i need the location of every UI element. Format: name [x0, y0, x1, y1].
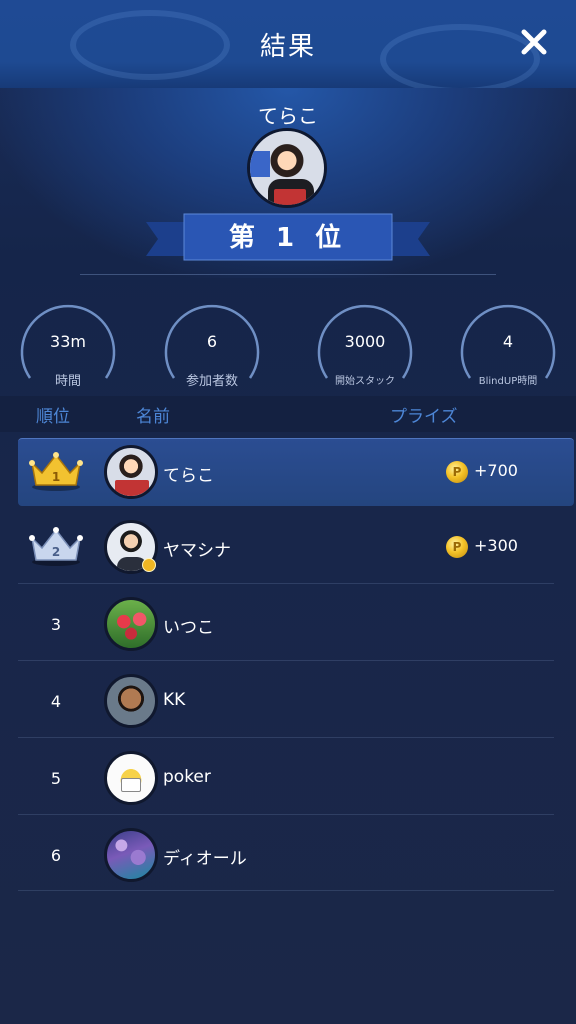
- header-bar: 結果: [0, 0, 576, 88]
- player-name: KK: [163, 690, 186, 710]
- avatar: [104, 445, 158, 499]
- winner-rank: 第 1 位: [228, 223, 348, 253]
- column-header-rank: 順位: [36, 407, 70, 427]
- divider: [18, 660, 554, 661]
- close-icon[interactable]: [518, 26, 550, 58]
- stat-value: 4: [502, 332, 514, 351]
- column-header-prize: プライズ: [390, 407, 458, 427]
- table-row[interactable]: 1 てらこ P +700: [18, 438, 574, 506]
- avatar: [104, 674, 158, 728]
- stat-starting-stack: 3000 開始スタック: [315, 296, 415, 392]
- table-row[interactable]: 6 ディオール: [18, 822, 574, 890]
- stat-participants: 6 参加者数: [162, 296, 262, 392]
- coin-icon: P: [446, 536, 468, 558]
- avatar: [104, 597, 158, 651]
- stat-value: 3000: [344, 332, 386, 351]
- stat-label: 開始スタック: [335, 376, 395, 387]
- silver-crown-icon: 2: [29, 527, 83, 566]
- verified-badge-icon: [142, 558, 156, 572]
- avatar: [104, 828, 158, 882]
- prize: P +300: [446, 534, 566, 560]
- stat-label: BlindUP時間: [478, 376, 538, 387]
- rank-number: 3: [50, 615, 62, 634]
- svg-text:1: 1: [52, 470, 60, 484]
- player-name: てらこ: [163, 466, 214, 486]
- table-row[interactable]: 5 poker: [18, 745, 574, 813]
- table-row[interactable]: 2 ヤマシナ P +300: [18, 514, 574, 582]
- table-row[interactable]: 4 KK: [18, 668, 574, 736]
- rank-number: 6: [50, 846, 62, 865]
- stat-time: 33m 時間: [18, 296, 118, 392]
- gold-crown-icon: 1: [29, 452, 83, 491]
- divider: [80, 274, 496, 275]
- results-table-header: 順位 名前 プライズ: [0, 396, 576, 432]
- stat-blind-up: 4 BlindUP時間: [458, 296, 558, 392]
- stat-label: 時間: [54, 374, 81, 389]
- svg-text:2: 2: [52, 545, 60, 559]
- player-name: いつこ: [163, 618, 214, 638]
- winner-avatar: [247, 128, 327, 208]
- prize-amount: +700: [474, 461, 518, 480]
- rank-number: 5: [50, 769, 62, 788]
- stat-label: 参加者数: [185, 374, 238, 389]
- coin-icon: P: [446, 461, 468, 483]
- close-button[interactable]: [518, 26, 550, 58]
- avatar: [104, 751, 158, 805]
- table-row[interactable]: 3 いつこ: [18, 591, 574, 659]
- column-header-name: 名前: [136, 407, 170, 427]
- divider: [18, 737, 554, 738]
- winner-name: てらこ: [258, 104, 318, 128]
- stat-value: 33m: [50, 332, 86, 351]
- player-name: ディオール: [163, 849, 247, 869]
- prize: P +700: [446, 459, 566, 485]
- player-name: ヤマシナ: [163, 541, 231, 561]
- page-title: 結果: [259, 32, 316, 62]
- divider: [18, 890, 554, 891]
- player-name: poker: [163, 767, 211, 787]
- rank-number: 4: [50, 692, 62, 711]
- divider: [18, 814, 554, 815]
- stat-value: 6: [206, 332, 218, 351]
- prize-amount: +300: [474, 536, 518, 555]
- divider: [18, 583, 554, 584]
